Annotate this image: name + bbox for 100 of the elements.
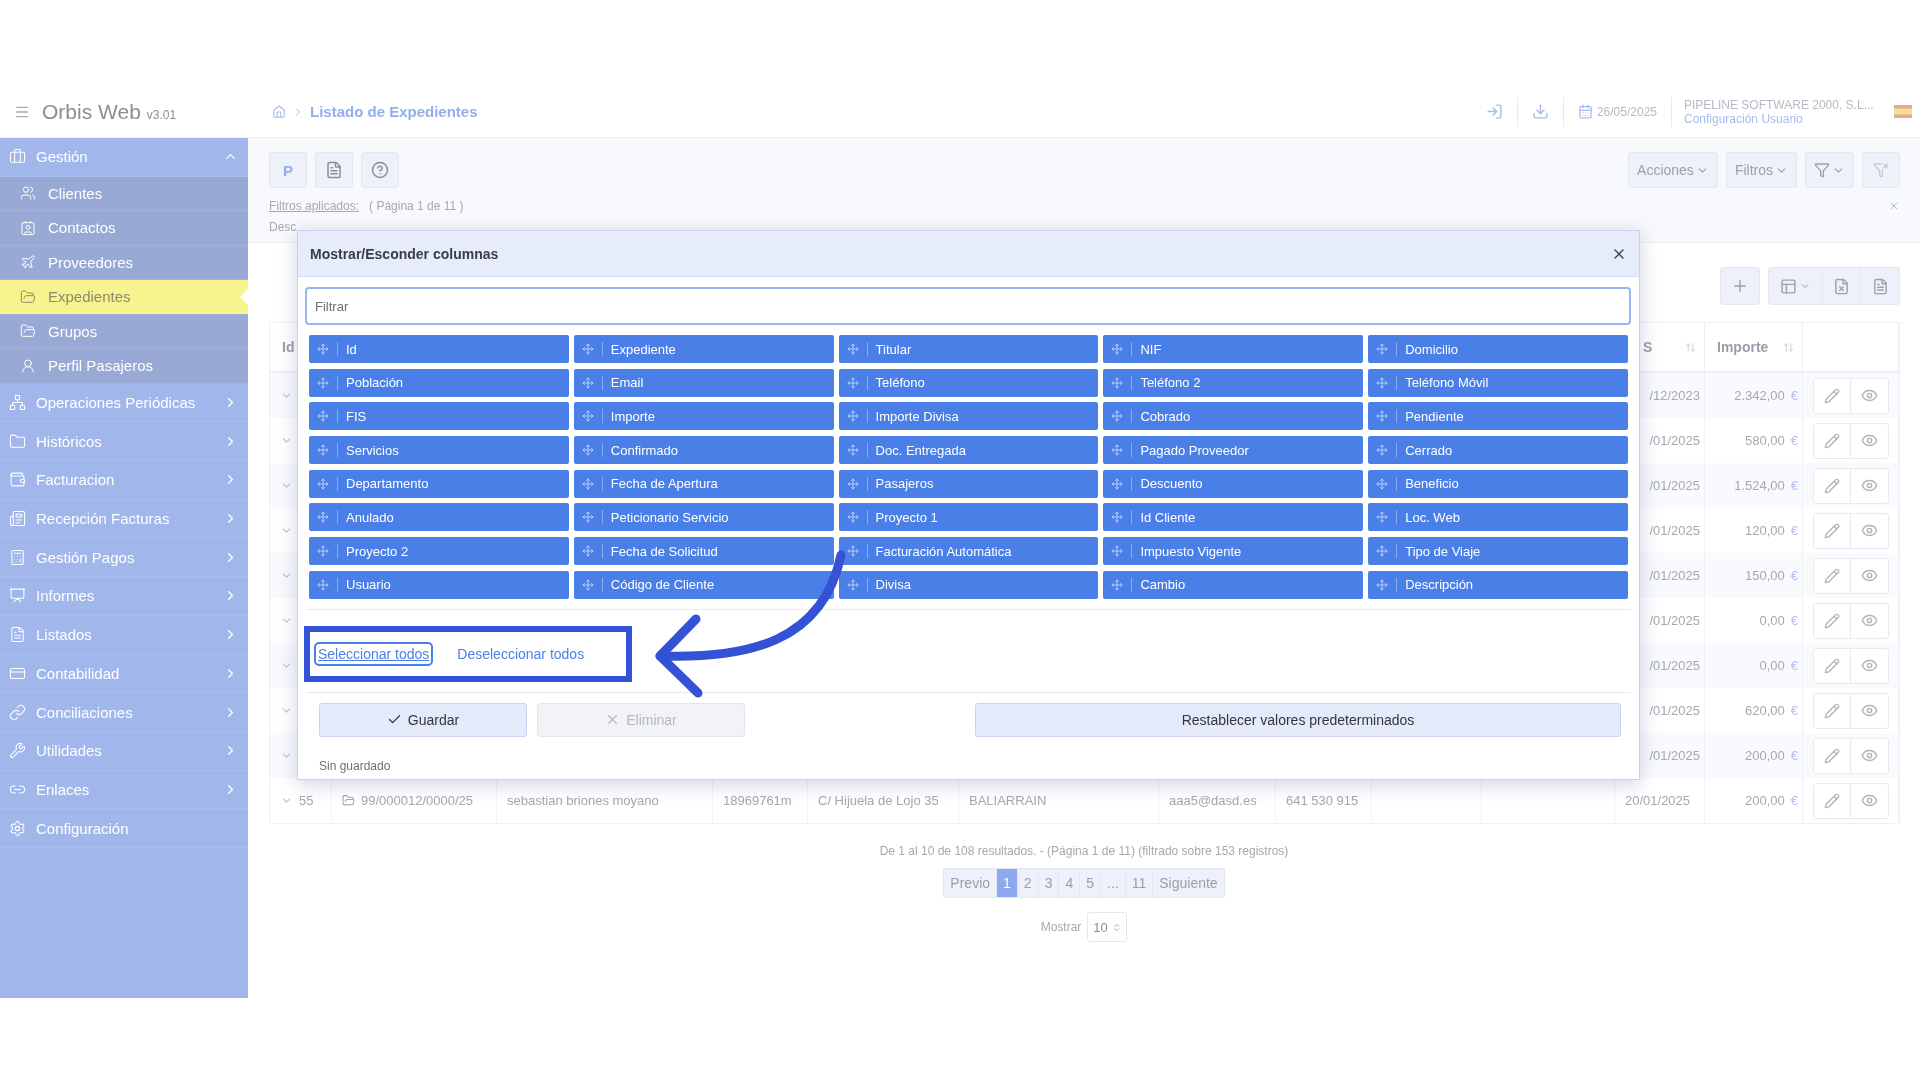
filters-dropdown[interactable]: Filtros xyxy=(1725,152,1797,188)
column-chip[interactable]: Pendiente xyxy=(1368,402,1628,431)
flag-icon[interactable] xyxy=(1894,105,1912,118)
filter-summary: Desc xyxy=(269,220,298,234)
eye-icon xyxy=(1861,567,1878,584)
column-chip[interactable]: Pasajeros xyxy=(838,469,1099,498)
column-chip[interactable]: Peticionario Servicio xyxy=(573,503,834,532)
sidebar-item[interactable]: Informes xyxy=(0,577,248,616)
column-chip[interactable]: Importe xyxy=(573,402,834,431)
move-icon xyxy=(846,410,859,423)
column-chip[interactable]: Fecha de Solicitud xyxy=(573,537,834,566)
column-chip[interactable]: Descuento xyxy=(1103,469,1364,498)
column-chip[interactable]: Id xyxy=(309,335,569,363)
sidebar-item[interactable]: Facturacion xyxy=(0,461,248,500)
select-all-link[interactable]: Seleccionar todos xyxy=(314,641,434,666)
column-chip[interactable]: Pagado Proveedor xyxy=(1103,436,1364,465)
folder-icon xyxy=(342,794,355,807)
column-chip[interactable]: Usuario xyxy=(309,570,569,599)
table-cell: /01/2025 xyxy=(1649,748,1700,763)
amount-value: 580,00 xyxy=(1745,433,1785,448)
column-chip[interactable]: Proyecto 1 xyxy=(838,503,1099,532)
sidebar-item[interactable]: Gestión xyxy=(0,138,248,177)
sidebar-subitem[interactable]: Perfil Pasajeros xyxy=(0,349,248,384)
presentation-icon xyxy=(9,587,26,605)
settings-icon xyxy=(9,819,26,837)
table-cell: /01/2025 xyxy=(1649,613,1700,628)
actions-dropdown[interactable]: Acciones xyxy=(1628,152,1718,188)
column-chip[interactable]: NIF xyxy=(1103,335,1364,363)
eye-icon xyxy=(1861,387,1878,404)
column-chip[interactable]: Titular xyxy=(838,335,1099,363)
column-chip[interactable]: Código de Cliente xyxy=(573,570,834,599)
sidebar-item[interactable]: Recepción Facturas xyxy=(0,499,248,539)
table-cell: /01/2025 xyxy=(1649,568,1700,583)
pencil-icon xyxy=(1824,387,1840,404)
users-icon xyxy=(20,185,36,202)
column-chip[interactable]: Impuesto Vigente xyxy=(1103,537,1364,566)
document-button[interactable] xyxy=(315,152,353,188)
clear-filter-button[interactable] xyxy=(1862,152,1900,188)
column-chip[interactable]: Proyecto 2 xyxy=(309,537,569,566)
sidebar-item[interactable]: Listados xyxy=(0,615,248,655)
page-button[interactable]: 1 xyxy=(997,869,1018,897)
column-chip[interactable]: Email xyxy=(573,368,834,397)
column-chip[interactable]: Anulado xyxy=(309,503,569,532)
column-chip[interactable]: Doc. Entregada xyxy=(838,436,1099,465)
column-chip[interactable]: Confirmado xyxy=(573,436,834,465)
sort-icon[interactable] xyxy=(1783,341,1794,353)
column-chip[interactable]: FIS xyxy=(309,402,569,431)
close-filters-button[interactable] xyxy=(1888,200,1900,212)
folder-icon xyxy=(9,432,26,450)
help-button[interactable] xyxy=(361,152,399,188)
currency-symbol: € xyxy=(1790,568,1798,583)
column-chip[interactable]: Teléfono 2 xyxy=(1103,368,1364,397)
column-chip[interactable]: Facturación Automática xyxy=(838,537,1099,566)
column-chip[interactable]: Departamento xyxy=(309,469,569,498)
column-chip[interactable]: Teléfono xyxy=(838,368,1099,397)
column-chip[interactable]: Divisa xyxy=(838,570,1099,599)
sidebar-subitem[interactable]: Expedientes xyxy=(0,280,248,315)
p-button[interactable]: P xyxy=(269,152,307,188)
column-chip[interactable]: Expediente xyxy=(573,335,834,363)
filter-menu-button[interactable] xyxy=(1805,152,1854,188)
column-chip[interactable]: Cerrado xyxy=(1368,436,1628,465)
applied-filters-link[interactable]: Filtros aplicados: xyxy=(269,199,360,213)
sidebar-subitem[interactable]: Contactos xyxy=(0,211,248,246)
close-icon xyxy=(1888,200,1900,212)
column-chip[interactable]: Población xyxy=(309,368,569,397)
filter-field[interactable]: Filtrar xyxy=(305,287,1631,325)
sort-icon[interactable] xyxy=(1685,341,1696,353)
move-icon xyxy=(1111,410,1124,423)
filter-off-icon xyxy=(1873,162,1889,178)
currency-symbol: € xyxy=(1790,703,1798,718)
column-chip[interactable]: Descripción xyxy=(1368,570,1628,599)
sidebar-subitem[interactable]: Proveedores xyxy=(0,245,248,281)
column-chip[interactable]: Domicilio xyxy=(1368,335,1628,363)
move-icon xyxy=(1376,410,1389,423)
move-icon xyxy=(1376,511,1389,524)
page-button[interactable]: Previo xyxy=(944,869,998,897)
column-chip[interactable]: Fecha de Apertura xyxy=(573,469,834,498)
column-chip[interactable]: Cambio xyxy=(1103,570,1364,599)
eye-icon xyxy=(1861,702,1878,719)
column-chip[interactable]: Id Cliente xyxy=(1103,503,1364,532)
move-icon xyxy=(1376,376,1389,389)
save-button[interactable]: Guardar xyxy=(319,702,527,737)
amount-value: 200,00 xyxy=(1745,793,1785,808)
deselect-all-link[interactable]: Deseleccionar todos xyxy=(453,641,589,666)
sidebar-subitem[interactable]: Clientes xyxy=(0,176,248,212)
document-icon xyxy=(9,626,26,644)
home-icon[interactable] xyxy=(272,104,286,119)
column-chip[interactable]: Servicios xyxy=(309,436,569,465)
move-icon xyxy=(317,511,329,524)
user-settings-link[interactable]: Configuración Usuario xyxy=(1684,111,1888,126)
page-size-select[interactable]: 10 xyxy=(1087,912,1128,942)
column-chip[interactable]: Tipo de Viaje xyxy=(1368,537,1628,566)
table-cell: aaa5@dasd.es xyxy=(1169,793,1257,808)
reset-defaults-button[interactable]: Restablecer valores predeterminados xyxy=(975,702,1621,737)
column-chip[interactable]: Teléfono Móvil xyxy=(1368,368,1628,397)
column-chip[interactable]: Cobrado xyxy=(1103,402,1364,431)
sidebar-subitem[interactable]: Grupos xyxy=(0,314,248,350)
column-chip[interactable]: Importe Divisa xyxy=(838,402,1099,431)
column-chip[interactable]: Beneficio xyxy=(1368,469,1628,498)
column-chip[interactable]: Loc. Web xyxy=(1368,503,1628,532)
